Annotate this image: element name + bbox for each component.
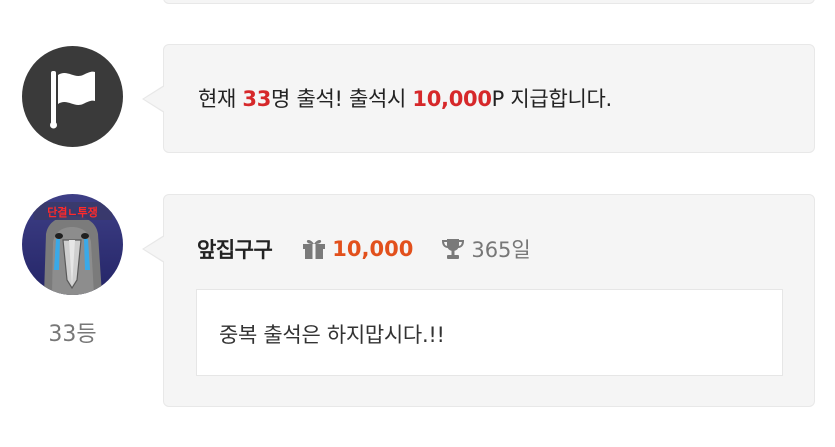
author-name[interactable]: 앞집구구 xyxy=(197,234,273,264)
attendance-notice-text: 현재 33명 출석! 출석시 10,000P 지급합니다. xyxy=(198,85,612,113)
flag-icon xyxy=(50,71,95,129)
trophy-icon xyxy=(441,237,465,261)
avatar-caption: 단결ㄴ투쟁 xyxy=(47,205,98,219)
comment-message: 중복 출석은 하지맙시다.!! xyxy=(219,323,445,347)
attendance-notice-card: 현재 33명 출석! 출석시 10,000P 지급합니다. xyxy=(142,44,815,153)
user-avatar[interactable]: 단결ㄴ투쟁 xyxy=(22,194,123,295)
notice-suffix: P 지급합니다. xyxy=(491,87,613,111)
notice-prefix: 현재 xyxy=(198,87,243,111)
comment-card: 앞집구구 10,000 365일 중복 출석은 하지맙시다.!! xyxy=(142,194,815,407)
comment-header: 앞집구구 10,000 365일 xyxy=(197,231,531,267)
notice-middle: 명 출석! 출석시 xyxy=(271,87,413,111)
attendance-points: 10,000 xyxy=(412,87,492,111)
points-value: 10,000 xyxy=(332,237,414,261)
gift-icon xyxy=(302,238,326,260)
attendance-days: 365일 xyxy=(471,238,531,262)
rank-label: 33등 xyxy=(48,322,97,347)
attendance-count: 33 xyxy=(242,87,272,111)
notice-avatar xyxy=(22,46,123,147)
previous-comment-card xyxy=(163,0,815,4)
comment-message-box: 중복 출석은 하지맙시다.!! xyxy=(196,289,783,376)
